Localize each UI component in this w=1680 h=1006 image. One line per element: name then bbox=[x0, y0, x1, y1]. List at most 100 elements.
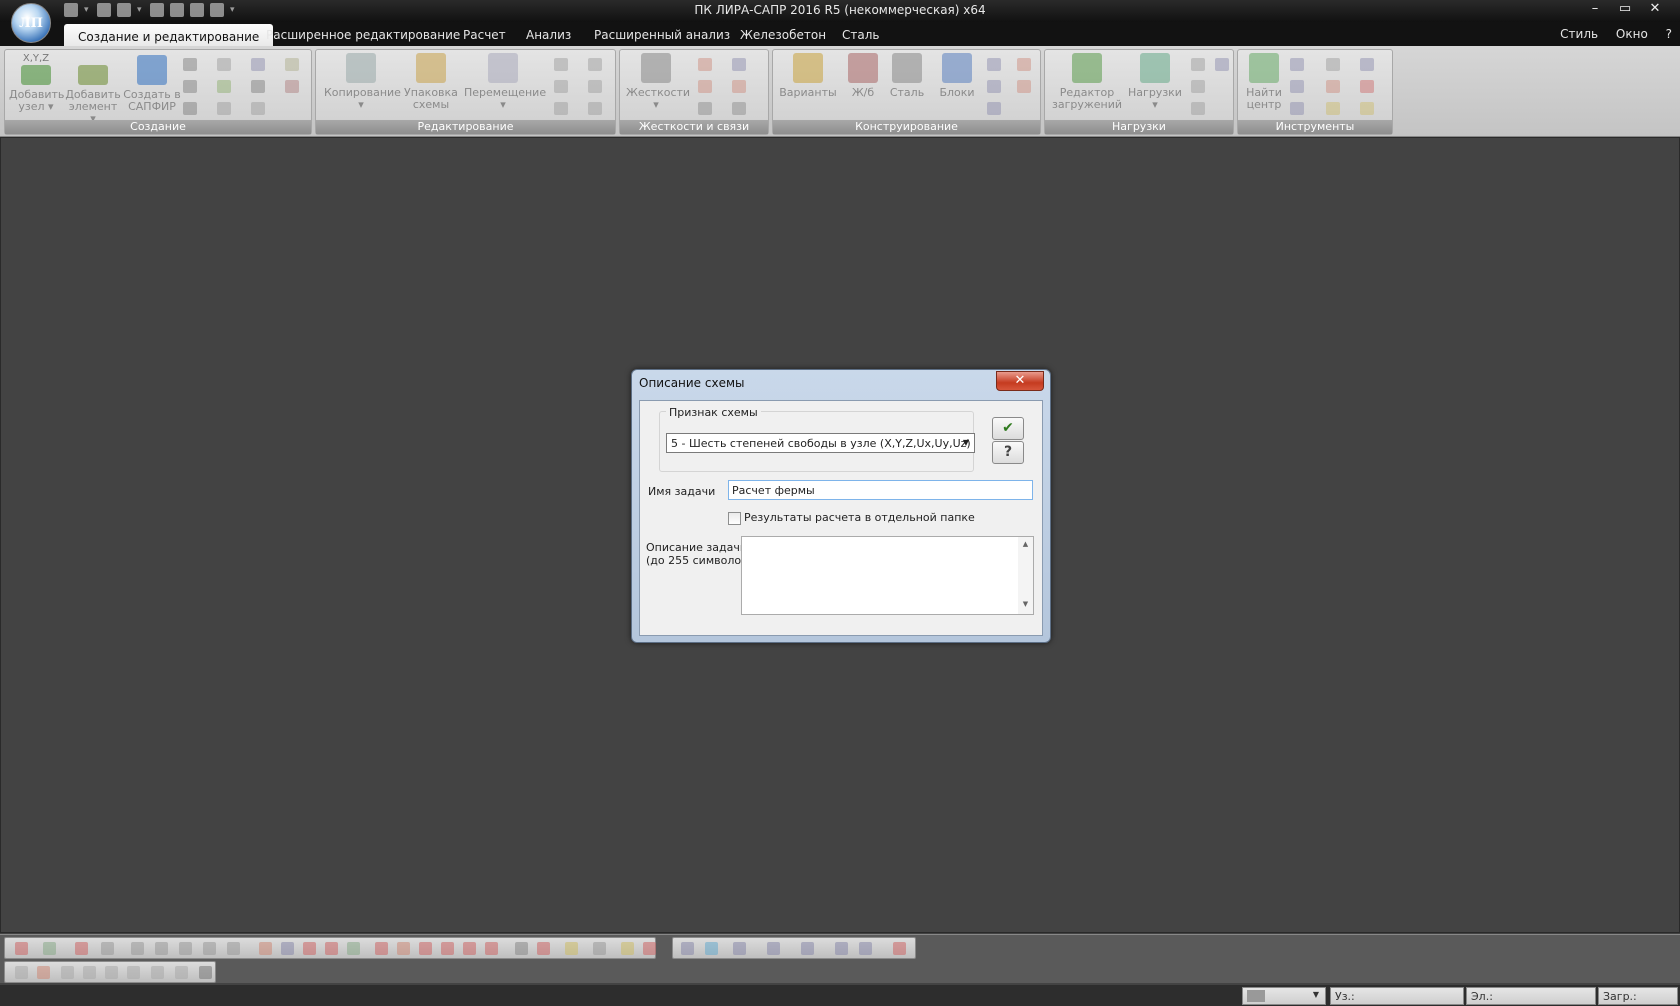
zoom-select-icon[interactable] bbox=[588, 80, 602, 93]
close-window-button[interactable]: ✕ bbox=[1642, 0, 1668, 18]
numbers-icon[interactable] bbox=[375, 942, 388, 955]
flag-icon[interactable] bbox=[15, 942, 28, 955]
app-logo[interactable]: ЛП bbox=[11, 3, 51, 43]
grid-icon[interactable] bbox=[183, 58, 197, 71]
spring-icon[interactable] bbox=[732, 102, 746, 115]
support-icon[interactable] bbox=[698, 102, 712, 115]
isometric-icon[interactable] bbox=[835, 942, 848, 955]
scroll-down-icon[interactable]: ▼ bbox=[1018, 600, 1033, 608]
window-menu[interactable]: Окно bbox=[1616, 27, 1648, 41]
eraser-icon[interactable] bbox=[643, 942, 656, 955]
more-views-icon[interactable] bbox=[199, 966, 212, 979]
chevron-down-icon[interactable]: ▼ bbox=[958, 434, 974, 452]
axes-icon[interactable] bbox=[681, 942, 694, 955]
tool7-icon[interactable] bbox=[1360, 102, 1374, 115]
view-xz-icon[interactable] bbox=[733, 942, 746, 955]
search-icon[interactable] bbox=[515, 942, 528, 955]
units-selector[interactable]: ▼ bbox=[1242, 987, 1326, 1005]
cut-plane-icon[interactable] bbox=[325, 942, 338, 955]
tool4-icon[interactable] bbox=[1360, 80, 1374, 93]
tool5-icon[interactable] bbox=[1290, 102, 1304, 115]
truss-icon[interactable] bbox=[285, 80, 299, 93]
anchor-icon[interactable] bbox=[705, 942, 718, 955]
constraint-icon[interactable] bbox=[732, 58, 746, 71]
tab-create-edit[interactable]: Создание и редактирование bbox=[64, 24, 274, 46]
tab-advanced-analysis[interactable]: Расширенный анализ bbox=[594, 28, 730, 42]
task-name-input[interactable]: Расчет фермы bbox=[728, 480, 1033, 500]
mesh-view-icon[interactable] bbox=[485, 942, 498, 955]
help-menu[interactable]: ? bbox=[1666, 27, 1672, 41]
load-tool2-icon[interactable] bbox=[1215, 58, 1229, 71]
hinge-icon[interactable] bbox=[698, 58, 712, 71]
grid2-icon[interactable] bbox=[251, 80, 265, 93]
formula-icon[interactable] bbox=[217, 102, 231, 115]
fragment-icon[interactable] bbox=[303, 942, 316, 955]
column-icon[interactable] bbox=[217, 58, 231, 71]
view-xy-icon[interactable] bbox=[801, 942, 814, 955]
stiffness-view-icon[interactable] bbox=[441, 942, 454, 955]
numbering-icon[interactable] bbox=[1326, 58, 1340, 71]
steel-button[interactable]: Сталь bbox=[887, 53, 927, 99]
move-button[interactable]: Перемещение ▾ bbox=[464, 53, 546, 111]
design-tool2-icon[interactable] bbox=[1017, 58, 1031, 71]
pencil-icon[interactable] bbox=[621, 942, 634, 955]
zoom-window-icon[interactable] bbox=[155, 942, 168, 955]
stiffness-button[interactable]: Жесткости ▾ bbox=[626, 53, 690, 111]
mesh-icon[interactable] bbox=[285, 58, 299, 71]
view-right-icon[interactable] bbox=[83, 966, 96, 979]
move-node-icon[interactable] bbox=[217, 80, 231, 93]
ok-button[interactable]: ✔ bbox=[992, 417, 1024, 440]
zoom-in-icon[interactable] bbox=[131, 942, 144, 955]
find-center-button[interactable]: Найти центр bbox=[1242, 53, 1286, 111]
textarea-scrollbar[interactable]: ▲ ▼ bbox=[1018, 537, 1033, 614]
slab-icon[interactable] bbox=[251, 58, 265, 71]
local-axes-icon[interactable] bbox=[397, 942, 410, 955]
view-yz-icon[interactable] bbox=[767, 942, 780, 955]
mirror-icon[interactable] bbox=[554, 102, 568, 115]
pack-scheme-button[interactable]: Упаковка схемы bbox=[402, 53, 460, 111]
plate-icon[interactable] bbox=[251, 102, 265, 115]
tab-advanced-edit[interactable]: Расширенное редактирование bbox=[266, 28, 460, 42]
view-bottom-icon[interactable] bbox=[127, 966, 140, 979]
design-tool1-icon[interactable] bbox=[987, 58, 1001, 71]
hinges-view-icon[interactable] bbox=[419, 942, 432, 955]
chevron-down-icon[interactable]: ▼ bbox=[1313, 990, 1319, 999]
help-button[interactable]: ? bbox=[992, 441, 1024, 464]
funnel-icon[interactable] bbox=[281, 942, 294, 955]
tab-steel[interactable]: Сталь bbox=[842, 28, 879, 42]
maximize-button[interactable]: ▭ bbox=[1612, 0, 1638, 18]
load-tool3-icon[interactable] bbox=[1191, 80, 1205, 93]
concrete-button[interactable]: Ж/б bbox=[843, 53, 883, 99]
separate-folder-checkbox[interactable] bbox=[728, 512, 741, 525]
description-textarea[interactable]: ▲ ▼ bbox=[741, 536, 1034, 615]
load-tool4-icon[interactable] bbox=[1191, 102, 1205, 115]
link-icon[interactable] bbox=[698, 80, 712, 93]
scheme-type-select[interactable]: 5 - Шесть степеней свободы в узле (X,Y,Z… bbox=[666, 433, 975, 453]
view-back-icon[interactable] bbox=[37, 966, 50, 979]
view-front-icon[interactable] bbox=[15, 966, 28, 979]
view-3d-icon[interactable] bbox=[175, 966, 188, 979]
pan-icon[interactable] bbox=[179, 942, 192, 955]
scroll-up-icon[interactable]: ▲ bbox=[1018, 540, 1033, 548]
tool6-icon[interactable] bbox=[1326, 102, 1340, 115]
redraw-icon[interactable] bbox=[859, 942, 872, 955]
rotate-icon[interactable] bbox=[554, 80, 568, 93]
view-iso-icon[interactable] bbox=[151, 966, 164, 979]
design-tool4-icon[interactable] bbox=[1017, 80, 1031, 93]
arch-icon[interactable] bbox=[183, 80, 197, 93]
filter-icon[interactable] bbox=[259, 942, 272, 955]
merge-icon[interactable] bbox=[588, 58, 602, 71]
tab-reinforced-concrete[interactable]: Железобетон bbox=[740, 28, 826, 42]
design-tool3-icon[interactable] bbox=[987, 80, 1001, 93]
add-element-button[interactable]: Добавить элемент ▾ bbox=[65, 65, 121, 125]
create-in-sapfir-button[interactable]: Создать в САПФИР bbox=[123, 55, 181, 113]
dialog-close-button[interactable]: ✕ bbox=[996, 371, 1044, 391]
rotate-view-icon[interactable] bbox=[203, 942, 216, 955]
delete-icon[interactable] bbox=[588, 102, 602, 115]
style-menu[interactable]: Стиль bbox=[1560, 27, 1598, 41]
sum-icon[interactable] bbox=[1360, 58, 1374, 71]
frame-icon[interactable] bbox=[183, 102, 197, 115]
view-left-icon[interactable] bbox=[61, 966, 74, 979]
fit-icon[interactable] bbox=[227, 942, 240, 955]
support-view-icon[interactable] bbox=[347, 942, 360, 955]
